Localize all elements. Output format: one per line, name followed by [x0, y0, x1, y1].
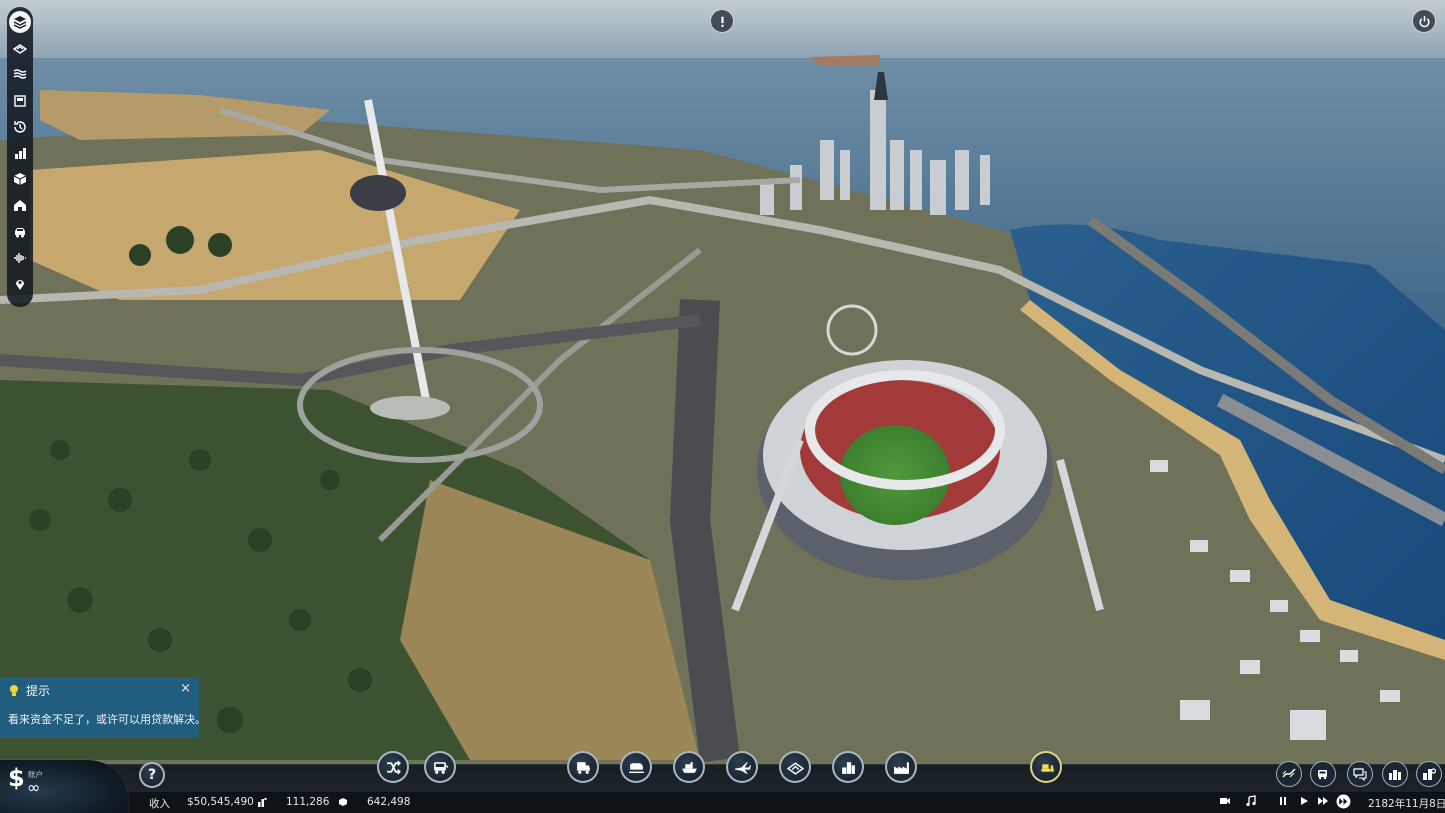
- tip-header: 提示: [8, 682, 50, 699]
- pause-button[interactable]: [1277, 795, 1289, 810]
- fast-forward-icon: [1318, 797, 1328, 805]
- bottom-toolbar: [0, 764, 1445, 793]
- layers-icon: [13, 16, 27, 29]
- track-icon: [1282, 768, 1296, 778]
- game-date: 2182年11月8日: [1368, 798, 1445, 810]
- tip-title: 提示: [26, 684, 51, 698]
- truck-button[interactable]: [567, 751, 599, 783]
- industry-button[interactable]: [885, 751, 917, 783]
- cargo-value: 642,498: [367, 796, 411, 808]
- camera-button[interactable]: [1219, 795, 1231, 810]
- account-balance: ∞: [27, 778, 41, 797]
- town-icon: [841, 761, 855, 774]
- terrain-button[interactable]: [9, 37, 31, 59]
- train-button[interactable]: [620, 751, 652, 783]
- truck-icon: [576, 761, 590, 774]
- income-label: 收入: [149, 798, 170, 810]
- map-button[interactable]: [9, 90, 31, 112]
- tip-panel: 提示 × 看来资金不足了，或许可以用贷款解决。: [0, 677, 206, 738]
- history-icon: [14, 120, 26, 133]
- terrain-edit-button[interactable]: [779, 751, 811, 783]
- exclamation-icon: [720, 16, 724, 27]
- location-icon: [16, 279, 24, 290]
- map-icon: [14, 94, 26, 107]
- help-button[interactable]: ?: [139, 762, 165, 788]
- company-icon: [14, 200, 26, 212]
- messages-button[interactable]: [1347, 761, 1373, 787]
- industry-icon: [893, 761, 909, 774]
- terrain-edit-icon: [786, 761, 804, 775]
- population-value: 111,286: [286, 796, 330, 808]
- bulldozer-icon: [1040, 763, 1054, 772]
- location-button[interactable]: [9, 273, 31, 295]
- city-settings-button[interactable]: [1416, 761, 1442, 787]
- game-world-view[interactable]: [0, 0, 1445, 813]
- line-manager-button[interactable]: [377, 751, 409, 783]
- tip-message: 看来资金不足了，或许可以用贷款解决。: [8, 713, 206, 726]
- account-panel[interactable]: $ 账户 ∞: [0, 760, 128, 813]
- city-stats-button[interactable]: [1382, 761, 1408, 787]
- power-button[interactable]: [1412, 9, 1436, 33]
- vehicles-button[interactable]: [9, 221, 31, 243]
- road-vehicle-button[interactable]: [424, 751, 456, 783]
- bus-icon: [433, 761, 448, 774]
- airplane-icon: [734, 761, 751, 774]
- water-button[interactable]: [9, 63, 31, 85]
- audio-button[interactable]: [9, 247, 31, 269]
- track-button[interactable]: [1276, 761, 1302, 787]
- music-note-icon: [1246, 795, 1256, 807]
- ship-icon: [681, 761, 697, 773]
- layers-button[interactable]: [9, 11, 31, 33]
- audio-wave-icon: [14, 252, 26, 263]
- cargo-box-icon: [13, 173, 27, 186]
- cargo-button[interactable]: [9, 168, 31, 190]
- statistics-icon: [15, 147, 26, 159]
- statistics-button[interactable]: [9, 142, 31, 164]
- camera-icon: [1220, 798, 1230, 804]
- settings-cities-icon: [1423, 768, 1436, 780]
- currency-symbol: $: [8, 764, 25, 792]
- fastest-speed-button[interactable]: [1336, 794, 1351, 812]
- airplane-button[interactable]: [726, 751, 758, 783]
- bulldozer-button[interactable]: [1030, 751, 1062, 783]
- chat-icon: [1353, 768, 1367, 781]
- alert-button[interactable]: [710, 9, 734, 33]
- cargo-icon: [338, 797, 348, 810]
- ship-button[interactable]: [673, 751, 705, 783]
- terrain-icon: [12, 44, 28, 55]
- power-icon: [1418, 15, 1430, 27]
- help-label: ?: [147, 767, 157, 783]
- fast-forward-button[interactable]: [1317, 795, 1329, 810]
- income-value: $50,545,490: [187, 796, 254, 808]
- play-button[interactable]: [1298, 795, 1310, 810]
- tip-close-button[interactable]: ×: [180, 681, 191, 697]
- lightbulb-icon: [10, 685, 18, 696]
- history-button[interactable]: [9, 116, 31, 138]
- vehicle-list-icon: [1318, 770, 1327, 780]
- pause-icon: [1280, 797, 1286, 805]
- vehicles-icon: [15, 227, 25, 237]
- play-icon: [1301, 797, 1308, 805]
- city-stats-icon: [1389, 770, 1401, 780]
- company-button[interactable]: [9, 194, 31, 216]
- vehicle-list-button[interactable]: [1310, 761, 1336, 787]
- fastest-speed-icon: [1336, 794, 1351, 809]
- status-bar: 收入 $50,545,490 111,286 642,498 2182年11月8…: [0, 792, 1445, 813]
- shuffle-lines-icon: [386, 760, 401, 774]
- train-icon: [628, 762, 644, 773]
- water-icon: [13, 69, 27, 80]
- music-button[interactable]: [1245, 795, 1257, 810]
- left-toolbar: [7, 7, 33, 307]
- population-icon: [257, 797, 267, 810]
- town-button[interactable]: [832, 751, 864, 783]
